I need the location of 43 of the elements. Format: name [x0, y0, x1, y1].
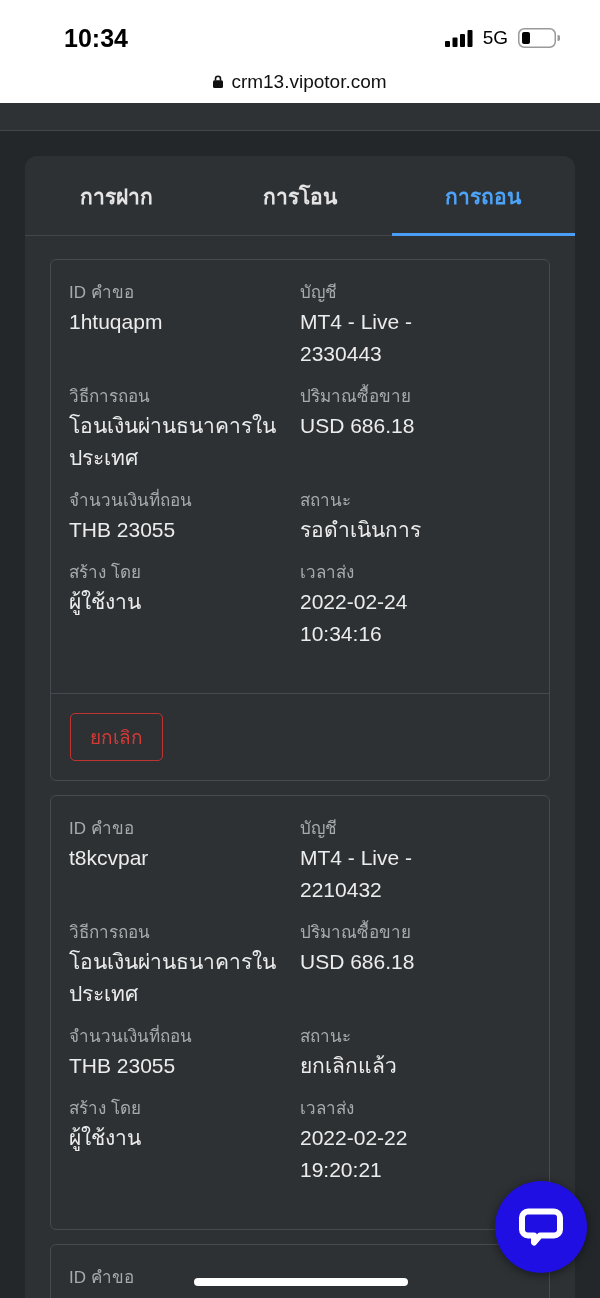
field-value: MT4 - Live - 2330443: [300, 309, 413, 367]
field-label: จำนวนเงินที่ถอน: [69, 1024, 192, 1050]
network-label: 5G: [482, 27, 508, 49]
field-value: ผู้ใช้งาน: [69, 589, 141, 617]
field-value: THB 23055: [69, 1053, 176, 1079]
tab[interactable]: การฝาก: [25, 156, 209, 236]
field-value: 1htuqapm: [69, 309, 163, 335]
field-label: สร้าง โดย: [69, 561, 141, 584]
field-value: 2022-02-22 19:20:21: [300, 1125, 409, 1183]
url-text[interactable]: crm13.vipotor.com: [231, 70, 387, 93]
field-label: ID คำขอ: [69, 1267, 134, 1289]
field-label: ID คำขอ: [69, 818, 134, 840]
field-label: ปริมาณซื้อขาย: [300, 384, 411, 410]
field-value: ยกเลิกแล้ว: [300, 1053, 397, 1079]
field-label: บัญชี: [300, 282, 337, 304]
field-label: วิธีการถอน: [69, 386, 150, 408]
field-value: t8kcvpar: [69, 845, 149, 871]
field-label: จำนวนเงินที่ถอน: [69, 488, 192, 514]
field-value: THB 23055: [69, 517, 176, 543]
field-value: USD 686.18: [300, 949, 415, 975]
field-value: โอนเงินผ่านธนาคารในประเทศ: [69, 413, 277, 471]
field-label: วิธีการถอน: [69, 922, 150, 944]
field-label: สถานะ: [300, 490, 351, 512]
field-value: รอดำเนินการ: [300, 517, 421, 543]
field-label: เวลาส่ง: [300, 562, 354, 584]
field-label: สถานะ: [300, 1026, 351, 1048]
field-label: บัญชี: [300, 818, 337, 840]
field-label: เวลาส่ง: [300, 1098, 354, 1120]
field-value: ผู้ใช้งาน: [69, 1125, 141, 1153]
field-value: โอนเงินผ่านธนาคารในประเทศ: [69, 949, 277, 1007]
field-value: USD 686.18: [300, 413, 415, 439]
field-label: ID คำขอ: [69, 282, 134, 304]
field-label: ปริมาณซื้อขาย: [300, 920, 411, 946]
battery-icon: [518, 28, 560, 48]
chat-icon: [519, 1208, 563, 1246]
tab[interactable]: การถอน: [391, 156, 575, 236]
field-label: สร้าง โดย: [69, 1097, 141, 1120]
tab[interactable]: การโอน: [208, 156, 392, 236]
signal-icon: [444, 29, 473, 47]
field-value: MT4 - Live - 2210432: [300, 845, 413, 903]
field-value: 2022-02-24 10:34:16: [300, 589, 409, 647]
lock-icon: [213, 75, 224, 88]
status-time: 10:34: [64, 23, 128, 53]
